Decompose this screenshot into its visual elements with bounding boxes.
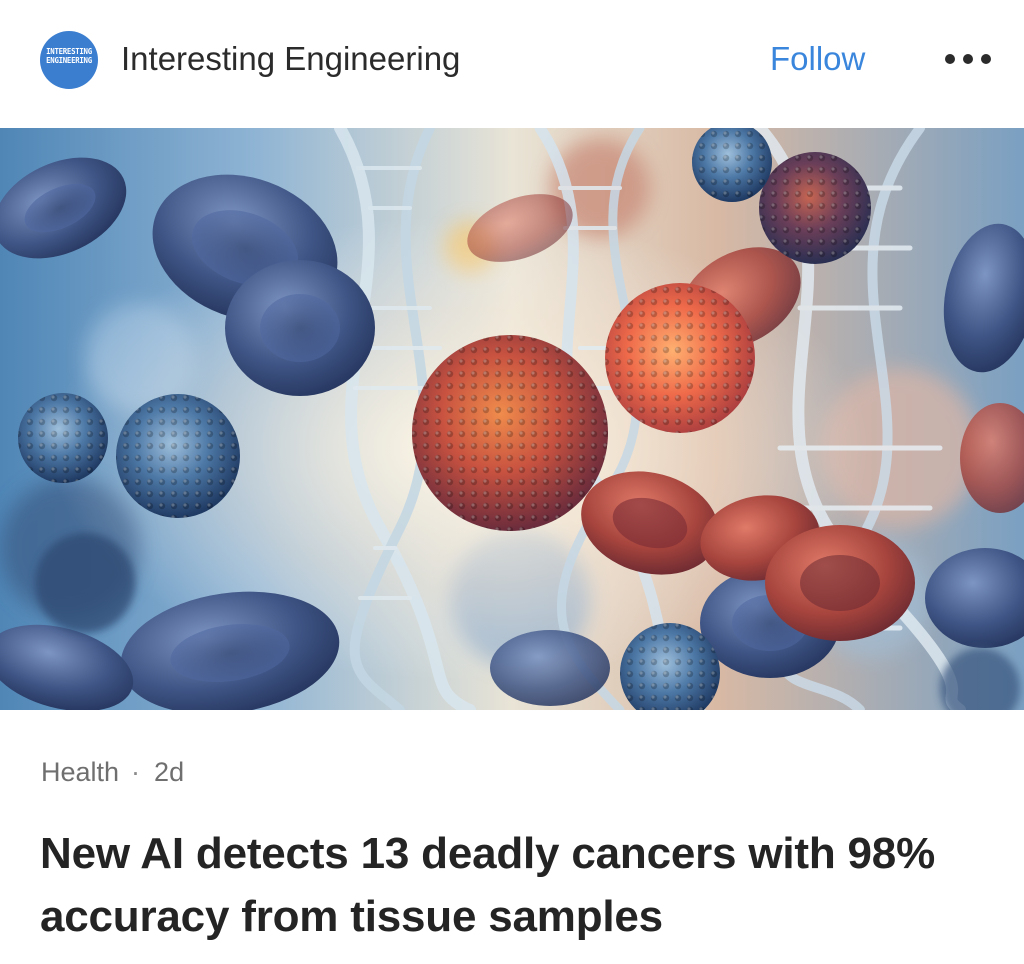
article-hero-image[interactable] [0,128,1024,710]
publisher-logo-text: INTERESTING ENGINEERING [42,47,95,65]
publisher-avatar[interactable]: INTERESTING ENGINEERING [40,31,98,89]
meta-separator: · [131,757,141,787]
article-meta: Health · 2d [41,755,184,789]
more-horizontal-icon [945,54,991,64]
article-headline[interactable]: New AI detects 13 deadly cancers with 98… [40,822,1000,948]
follow-button[interactable]: Follow [770,39,865,79]
logo-line-1: INTERESTING [46,47,92,56]
logo-line-2: ENGINEERING [46,56,92,65]
post-age: 2d [154,757,185,787]
publisher-name[interactable]: Interesting Engineering [121,39,460,79]
post-header: INTERESTING ENGINEERING Interesting Engi… [0,0,1024,128]
category-label[interactable]: Health [41,757,119,787]
more-options-button[interactable] [940,48,996,70]
cancer-cells-illustration [0,128,1024,710]
